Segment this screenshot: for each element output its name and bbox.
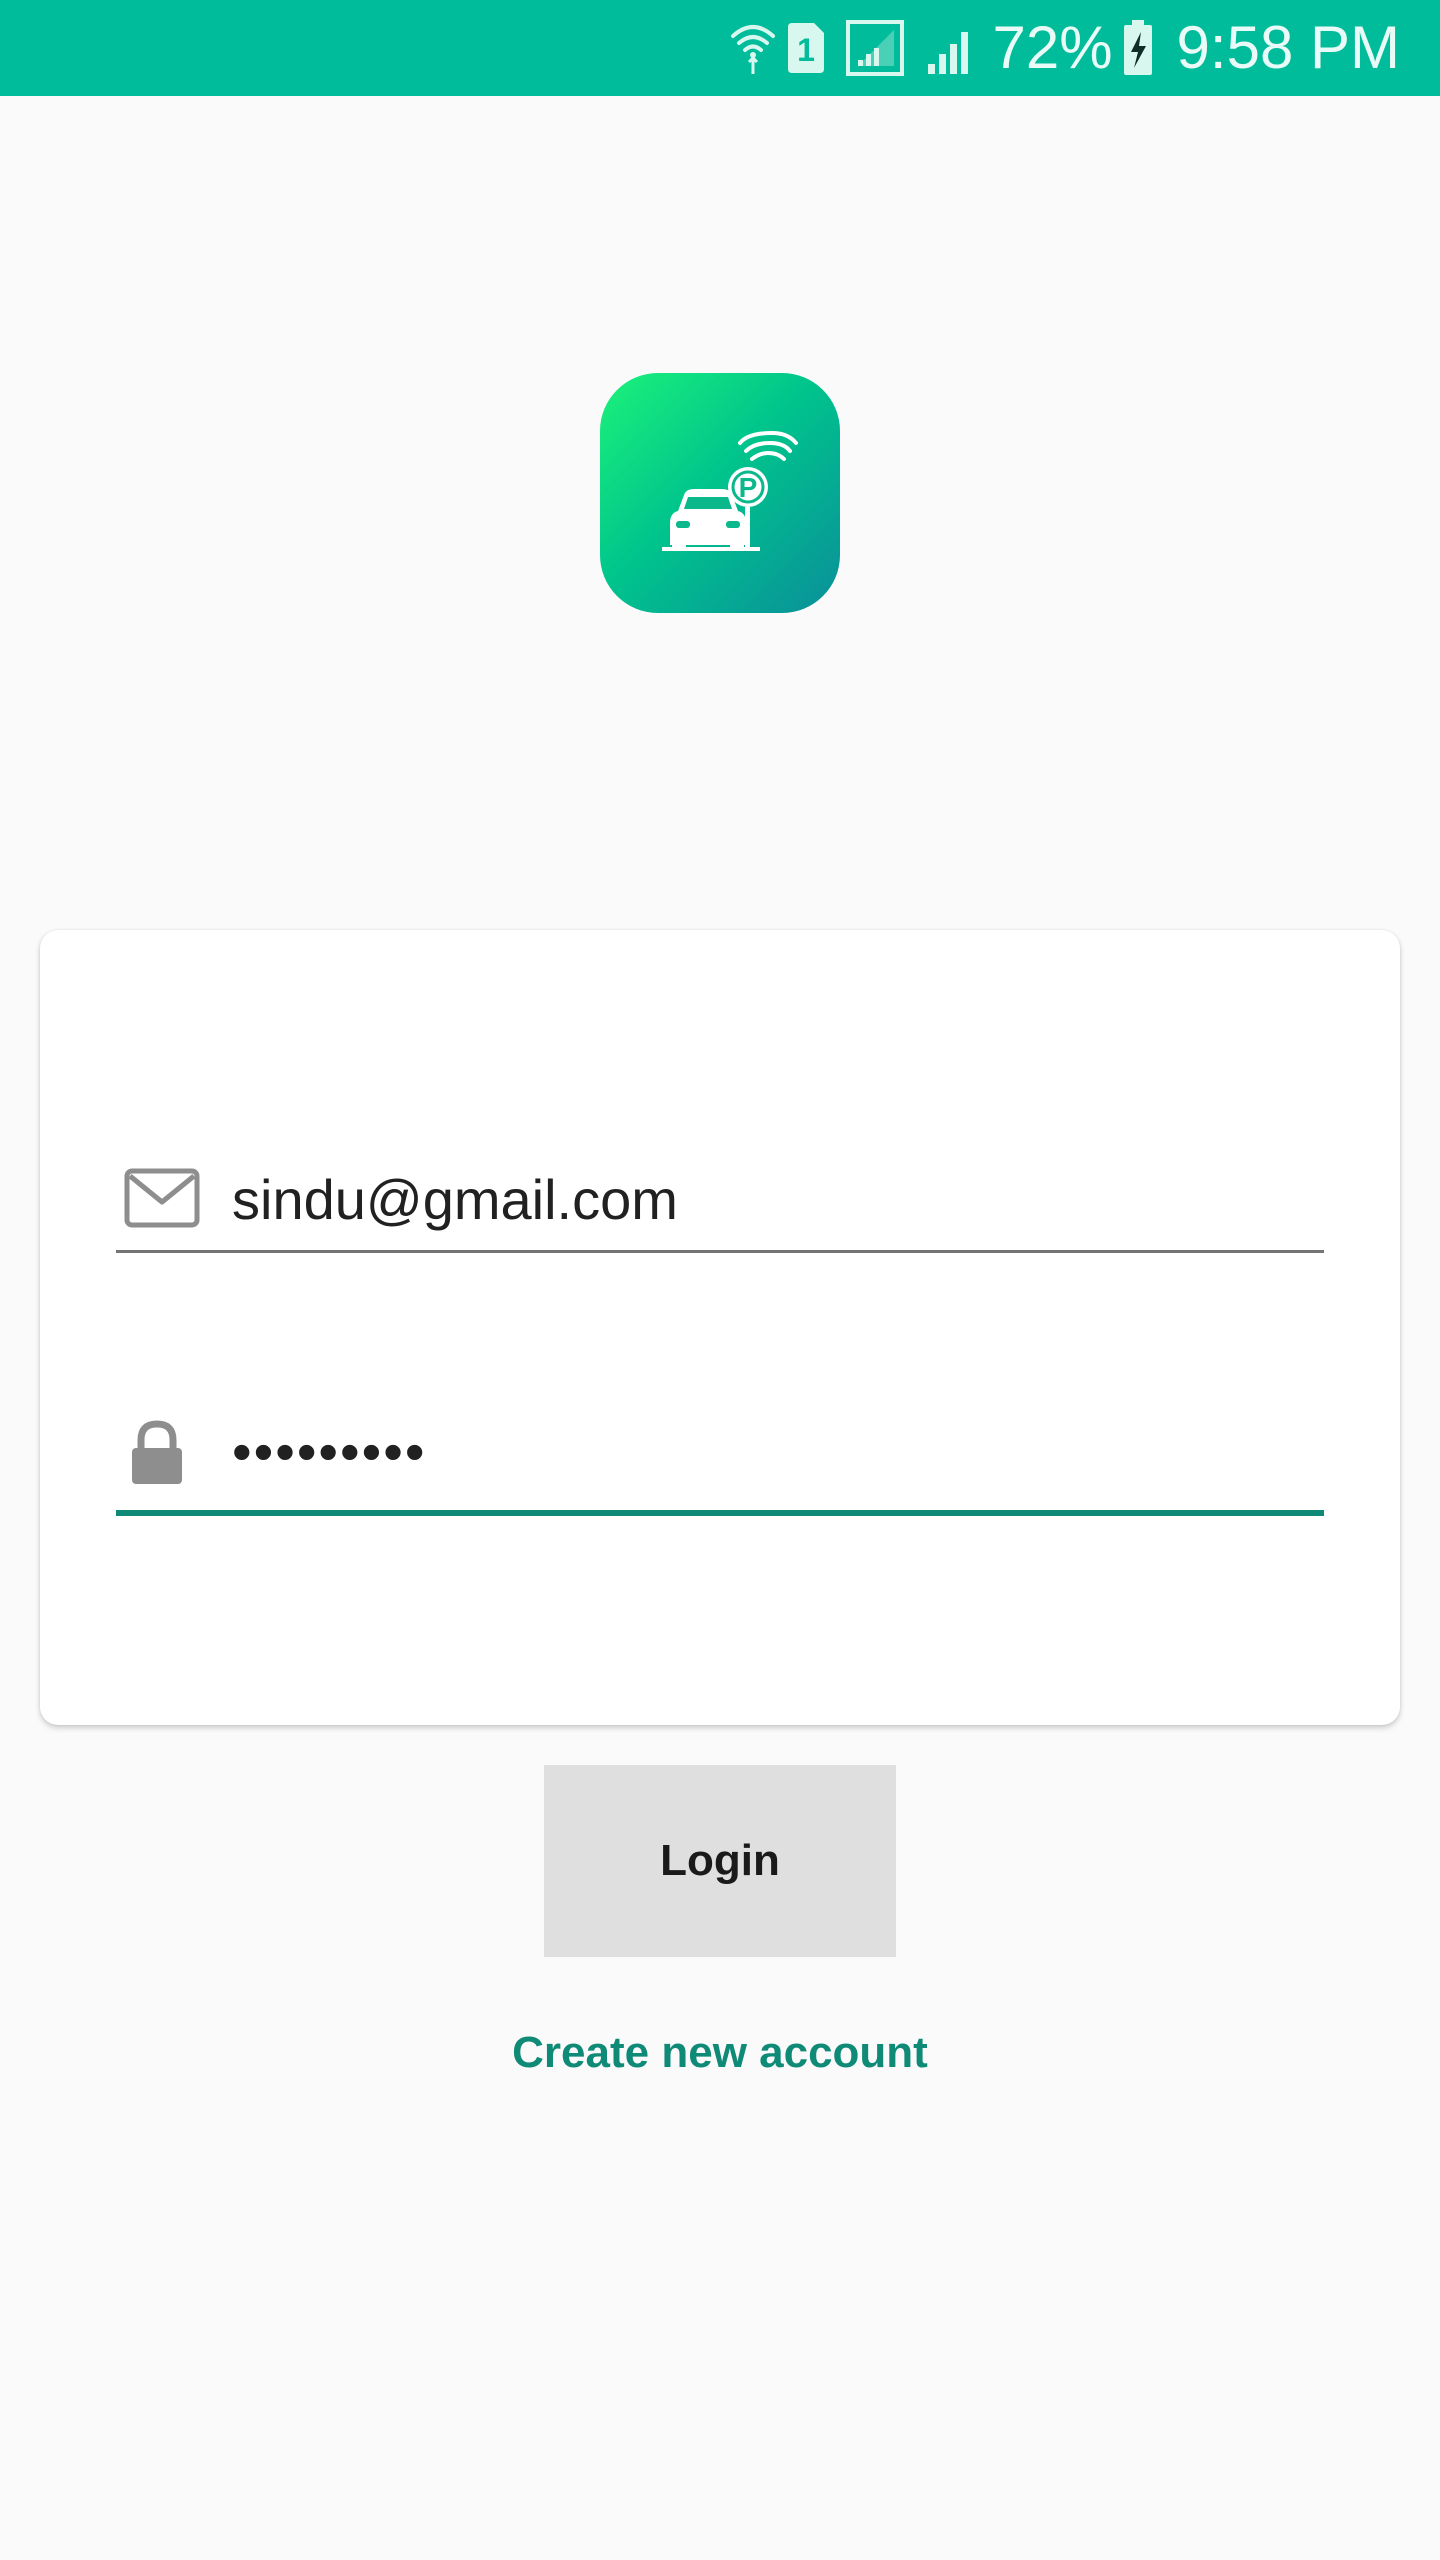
signal-sim1-icon: [846, 20, 905, 76]
status-bar: 1 72% 9:58 PM: [0, 0, 1440, 96]
email-field[interactable]: sindu@gmail.com: [116, 1150, 1324, 1256]
password-field[interactable]: •••••••••: [116, 1400, 1324, 1520]
password-underline: [116, 1510, 1324, 1516]
clock: 9:58 PM: [1176, 14, 1400, 81]
lock-icon: [124, 1420, 190, 1491]
email-input[interactable]: sindu@gmail.com: [232, 1172, 678, 1228]
password-input[interactable]: •••••••••: [232, 1424, 426, 1480]
app-logo: P: [600, 373, 840, 613]
sim-1-icon: 1: [786, 21, 826, 75]
logo-letter: P: [739, 472, 758, 503]
login-card: [40, 930, 1400, 1725]
login-button[interactable]: Login: [544, 1765, 896, 1957]
status-icons: 1 72% 9:58 PM: [730, 0, 1400, 96]
mail-icon: [124, 1168, 200, 1233]
battery-percent: 72%: [992, 14, 1113, 81]
battery-charging-icon: [1123, 20, 1153, 76]
signal-sim2-icon: [926, 20, 976, 76]
create-account-link[interactable]: Create new account: [0, 2025, 1440, 2081]
sim-label: 1: [798, 32, 816, 68]
email-underline: [116, 1250, 1324, 1253]
car-parking-wifi-icon: P: [662, 430, 798, 551]
wifi-icon: [730, 20, 776, 76]
